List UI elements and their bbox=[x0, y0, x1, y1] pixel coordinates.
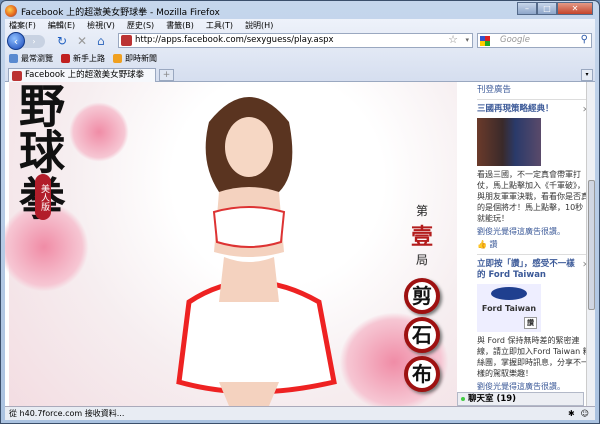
ad-body: 與 Ford 保持無時差的緊密連線，請立即加入Ford Taiwan 粉絲團，掌… bbox=[477, 336, 591, 378]
round-suffix: 局 bbox=[415, 253, 428, 267]
firefox-icon bbox=[5, 5, 17, 17]
menu-bookmarks[interactable]: 書籤(B) bbox=[166, 20, 194, 30]
create-ad-link[interactable]: 刊登廣告 bbox=[477, 83, 591, 95]
thumbs-up-icon: 👍 bbox=[477, 240, 487, 249]
like-label: 讚 bbox=[489, 240, 498, 249]
ad-image[interactable] bbox=[477, 118, 541, 166]
menu-file[interactable]: 檔案(F) bbox=[9, 20, 36, 30]
bookmark-most-visited[interactable]: 最常瀏覽 bbox=[9, 53, 53, 64]
rss-icon bbox=[113, 53, 122, 63]
ad-title[interactable]: 三國再現策略經典！ bbox=[477, 104, 591, 115]
bookmark-getting-started[interactable]: 新手上路 bbox=[61, 53, 105, 64]
menu-edit[interactable]: 編輯(E) bbox=[48, 20, 75, 30]
bookmark-label: 新手上路 bbox=[73, 53, 105, 63]
status-bar: 從 h40.7force.com 接收資料... ✱ ☺ bbox=[5, 406, 595, 420]
maximize-button[interactable]: □ bbox=[537, 2, 557, 15]
back-button[interactable]: ‹ bbox=[7, 32, 25, 50]
tab-favicon bbox=[12, 71, 22, 81]
bookmark-icon bbox=[9, 53, 18, 63]
game-canvas[interactable]: 野球拳 美人版 第 壹 局 剪 石 布 bbox=[5, 82, 457, 406]
menu-tools[interactable]: 工具(T) bbox=[206, 20, 233, 30]
tab-facebook[interactable]: Facebook 上的超激美女野球拳 bbox=[8, 68, 156, 82]
stop-icon[interactable]: ✕ bbox=[77, 33, 87, 49]
search-icon[interactable]: ⚲ bbox=[581, 33, 588, 46]
url-bar[interactable]: http://apps.facebook.com/sexyguess/play.… bbox=[118, 33, 473, 48]
ad-liker[interactable]: 劉俊光覺得這廣告很讚。 bbox=[477, 381, 591, 392]
scissors-button[interactable]: 剪 bbox=[404, 278, 440, 314]
tab-list-button[interactable]: ▾ bbox=[581, 69, 593, 81]
round-prefix: 第 bbox=[415, 204, 428, 218]
bookmark-star-icon[interactable]: ☆ bbox=[448, 33, 458, 46]
tab-bar: Facebook 上的超激美女野球拳 + ▾ bbox=[5, 67, 595, 82]
search-input[interactable]: Google ⚲ bbox=[477, 33, 592, 48]
url-dropdown-icon[interactable]: ▾ bbox=[465, 34, 469, 47]
smiley-icon[interactable]: ☺ bbox=[581, 407, 589, 420]
paper-button[interactable]: 布 bbox=[404, 356, 440, 392]
ad-body: 看過三國，不一定真會帶軍打仗，馬上點擊加入《千軍破》，與朋友軍軍決戰，看看你是否… bbox=[477, 170, 589, 223]
ad-item: 立即按「讚」，感受不一樣的 Ford Taiwan ✕ Ford Taiwan … bbox=[477, 254, 591, 392]
bookmark-latest-news[interactable]: 即時新聞 bbox=[113, 53, 157, 64]
browser-window: Facebook 上的超激美女野球拳 - Mozilla Firefox – □… bbox=[0, 0, 600, 424]
round-number: 壹 bbox=[410, 224, 433, 250]
status-text: 從 h40.7force.com 接收資料... bbox=[9, 409, 125, 418]
menu-history[interactable]: 歷史(S) bbox=[127, 20, 154, 30]
ad-image[interactable]: Ford Taiwan 讚 bbox=[477, 284, 541, 332]
tab-label: Facebook 上的超激美女野球拳 bbox=[25, 70, 145, 80]
scrollbar-thumb[interactable] bbox=[588, 180, 595, 310]
ad-item: 三國再現策略經典！ ✕ 看過三國，不一定真會帶軍打仗，馬上點擊加入《千軍破》，與… bbox=[477, 99, 591, 250]
scrollbar[interactable] bbox=[586, 82, 595, 406]
addon-icon[interactable]: ✱ bbox=[568, 407, 575, 420]
chat-bar[interactable]: 聊天室 (19) bbox=[457, 392, 584, 406]
edition-badge: 美人版 bbox=[35, 174, 51, 220]
navigation-toolbar: › ‹ ↻ ✕ ⌂ http://apps.facebook.com/sexyg… bbox=[5, 31, 595, 51]
menu-help[interactable]: 說明(H) bbox=[245, 20, 273, 30]
ad-image-text: Ford Taiwan bbox=[481, 304, 537, 313]
ford-logo bbox=[491, 287, 527, 300]
round-indicator: 第 壹 局 剪 石 布 bbox=[404, 202, 440, 392]
google-icon[interactable] bbox=[480, 36, 490, 46]
url-text: http://apps.facebook.com/sexyguess/play.… bbox=[135, 35, 334, 45]
window-title: Facebook 上的超激美女野球拳 - Mozilla Firefox bbox=[21, 7, 220, 18]
site-favicon bbox=[121, 35, 132, 46]
ad-image-like: 讚 bbox=[524, 317, 537, 329]
home-icon[interactable]: ⌂ bbox=[97, 33, 105, 49]
ad-title[interactable]: 立即按「讚」，感受不一樣的 Ford Taiwan bbox=[477, 259, 591, 281]
search-placeholder: Google bbox=[500, 35, 530, 45]
bookmark-label: 最常瀏覽 bbox=[21, 53, 53, 63]
bookmark-icon bbox=[61, 53, 70, 63]
reload-icon[interactable]: ↻ bbox=[57, 33, 67, 49]
minimize-button[interactable]: – bbox=[517, 2, 537, 15]
rock-button[interactable]: 石 bbox=[404, 317, 440, 353]
page-content: 野球拳 美人版 第 壹 局 剪 石 布 刊登廣告 三國再現策略經典！ 看過三國，… bbox=[5, 82, 595, 406]
ads-column: 刊登廣告 三國再現策略經典！ ✕ 看過三國，不一定真會帶軍打仗，馬上點擊加入《千… bbox=[473, 82, 595, 406]
character-image bbox=[176, 97, 337, 406]
bookmarks-toolbar: 最常瀏覽 新手上路 即時新聞 bbox=[9, 52, 157, 64]
forward-button[interactable]: › bbox=[23, 35, 45, 48]
bookmark-label: 即時新聞 bbox=[125, 53, 157, 63]
ad-liker[interactable]: 劉俊光覺得這廣告很讚。 bbox=[477, 226, 591, 237]
title-bar: Facebook 上的超激美女野球拳 - Mozilla Firefox bbox=[5, 3, 220, 19]
new-tab-button[interactable]: + bbox=[159, 69, 174, 81]
like-button[interactable]: 👍 讚 bbox=[477, 239, 591, 250]
close-button[interactable]: ✕ bbox=[557, 2, 593, 15]
menu-view[interactable]: 檢視(V) bbox=[87, 20, 115, 30]
menu-bar: 檔案(F) 編輯(E) 檢視(V) 歷史(S) 書籤(B) 工具(T) 說明(H… bbox=[5, 19, 595, 31]
